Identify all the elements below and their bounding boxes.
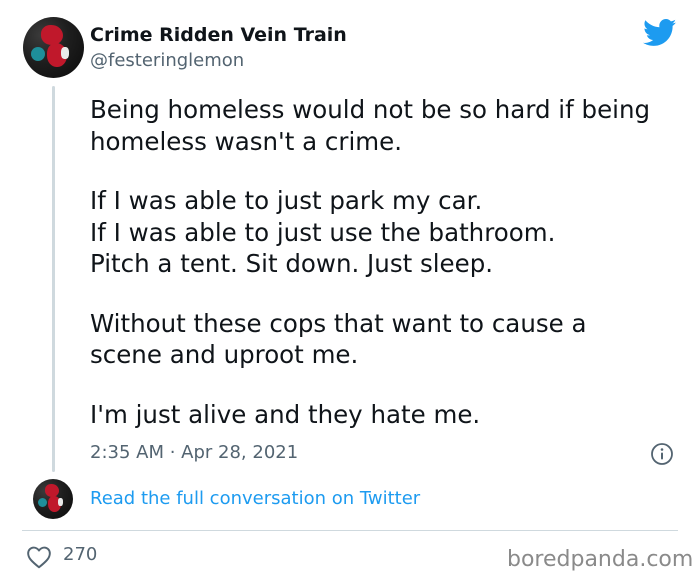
reply-avatar[interactable] [33,479,73,519]
author-avatar[interactable] [23,17,84,78]
tweet-text-line: homeless wasn't a crime. [90,126,403,156]
tweet-timestamp[interactable]: 2:35 AM · Apr 28, 2021 [90,442,298,463]
twitter-bird-icon[interactable] [643,19,677,47]
tweet-text-line: Pitch a tent. Sit down. Just sleep. [90,249,494,278]
tweet-text-line: scene and uproot me. [90,340,359,369]
info-icon[interactable] [650,442,674,466]
tweet-text-line: Being homeless would not be so hard if b… [90,95,651,124]
thread-connector-line [52,86,55,472]
author-display-name[interactable]: Crime Ridden Vein Train [90,24,347,46]
tweet-text-line: If I was able to just use the bathroom. [90,217,556,247]
boredpanda-watermark: boredpanda.com [507,547,694,572]
tweet-text-line: I'm just alive and they hate me. [90,399,481,429]
tweet-text-line: If I was able to just park my car. [90,186,483,215]
heart-icon[interactable] [26,545,52,569]
like-count[interactable]: 270 [63,544,97,565]
divider [22,530,678,531]
tweet-text: Being homeless would not be so hard if b… [90,94,690,430]
author-handle[interactable]: @festeringlemon [90,50,244,71]
read-conversation-link[interactable]: Read the full conversation on Twitter [90,488,420,509]
tweet-text-line: Without these cops that want to cause a [90,308,587,338]
